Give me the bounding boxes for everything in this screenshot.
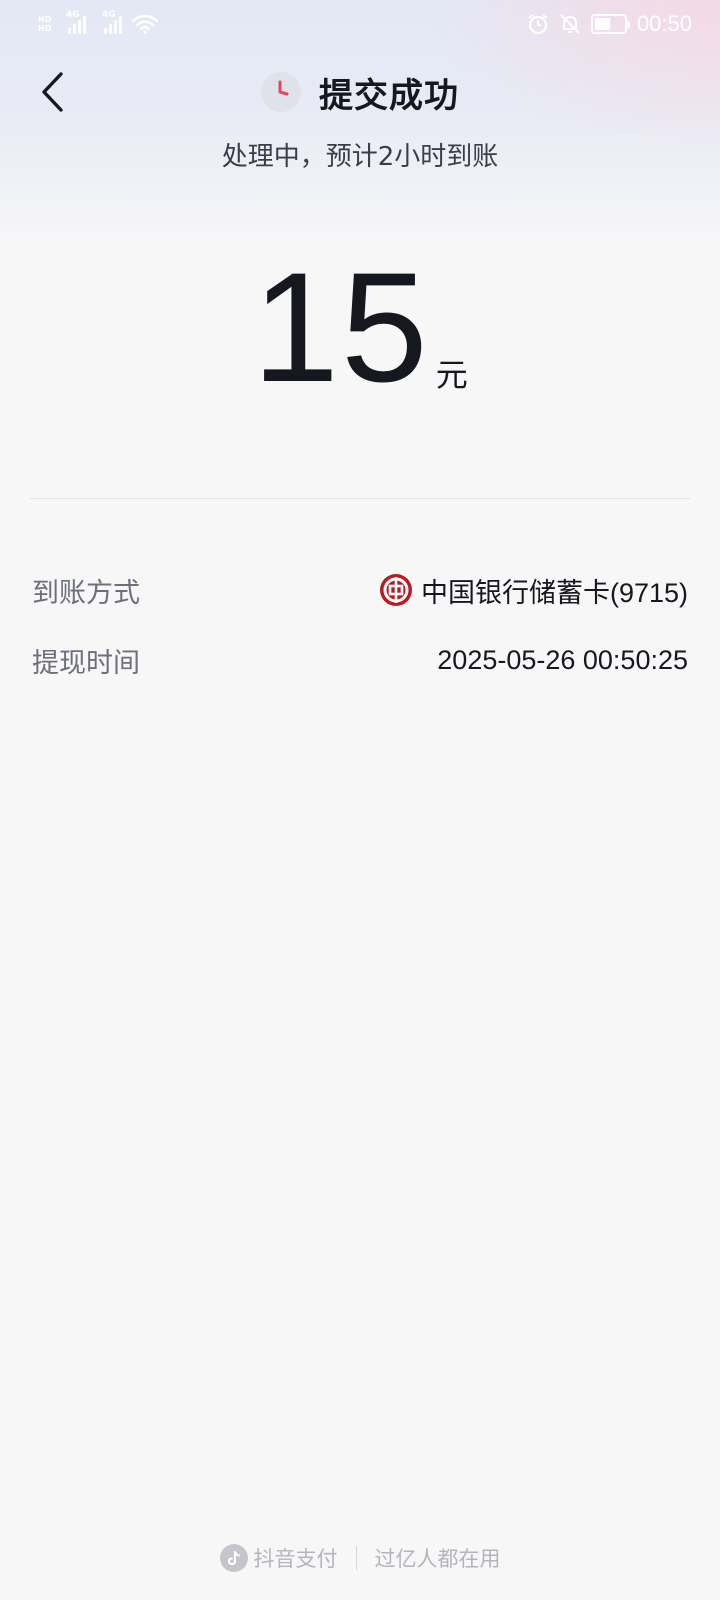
battery-icon: [590, 14, 630, 34]
footer-brand: 抖音支付: [219, 1543, 338, 1573]
footer-slogan: 过亿人都在用: [374, 1547, 501, 1571]
detail-value: 中国银行储蓄卡(9715): [379, 571, 688, 610]
signal-icon-2: 4G: [102, 10, 122, 34]
bank-card-text: 中国银行储蓄卡(9715): [420, 577, 688, 608]
wifi-icon: [132, 14, 158, 34]
network-type-2: 4G: [102, 10, 116, 20]
amount-unit: 元: [435, 356, 468, 394]
amount-value: 15: [252, 241, 430, 415]
bank-of-china-icon: [379, 574, 412, 606]
douyin-logo-icon: [219, 1544, 248, 1572]
signal-icon-1: 4G: [66, 10, 86, 34]
divider: [30, 498, 690, 499]
amount-display: 15 元: [0, 250, 720, 406]
footer: 抖音支付 过亿人都在用: [0, 1540, 720, 1576]
footer-brand-text: 抖音支付: [253, 1547, 338, 1571]
status-subtitle: 处理中，预计2小时到账: [221, 142, 499, 172]
detail-value: 2025-05-26 00:50:25: [437, 644, 688, 675]
status-right: 00:50: [527, 11, 692, 37]
mute-notification-icon: [560, 14, 580, 34]
page-title: 提交成功: [319, 75, 459, 116]
clock-icon: [261, 72, 301, 112]
detail-label: 提现时间: [32, 647, 140, 679]
status-bar: HD HD 4G 4G 00:50: [0, 0, 720, 48]
page-header: 提交成功: [0, 62, 720, 122]
network-type-1: 4G: [66, 10, 80, 20]
detail-row-method: 到账方式 中国银行储蓄卡(9715): [32, 570, 688, 610]
detail-row-time: 提现时间 2025-05-26 00:50:25: [32, 640, 688, 680]
alarm-icon: [528, 14, 548, 35]
footer-separator: [355, 1546, 357, 1570]
hd-icon: HD HD: [38, 15, 52, 33]
title-group: 提交成功: [0, 62, 720, 122]
detail-label: 到账方式: [32, 577, 140, 609]
status-time: 00:50: [636, 11, 692, 36]
status-left: HD HD 4G 4G: [38, 10, 158, 34]
